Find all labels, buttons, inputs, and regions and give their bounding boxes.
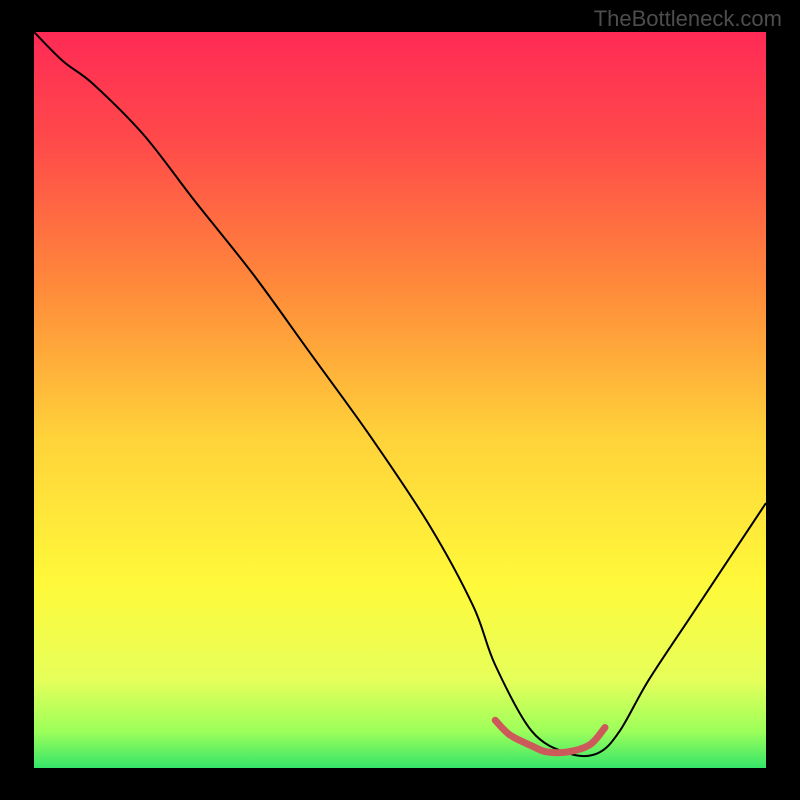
chart-background — [34, 32, 766, 768]
watermark-text: TheBottleneck.com — [594, 6, 782, 32]
chart-svg — [34, 32, 766, 768]
chart-plot-area — [34, 32, 766, 768]
